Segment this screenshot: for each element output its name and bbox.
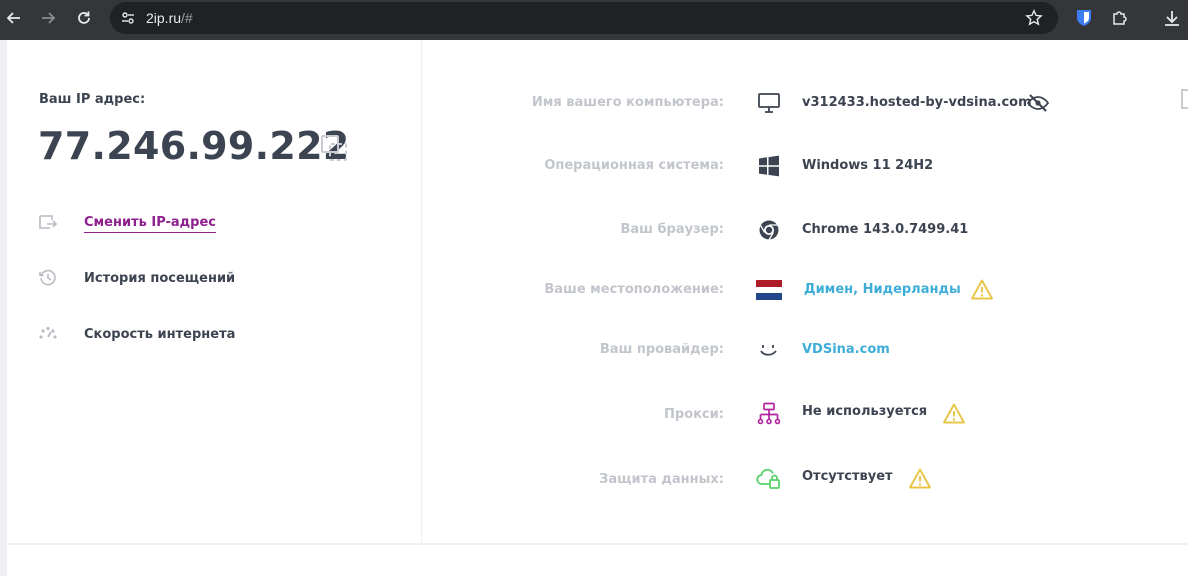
proxy-network-icon	[756, 402, 782, 426]
column-divider	[421, 40, 422, 543]
row-computer-name: Имя вашего компьютера: v312433.hosted-by…	[430, 88, 1050, 118]
row-data-protection: Защита данных: Отсутствует	[430, 462, 1050, 492]
forward-icon[interactable]	[34, 6, 62, 30]
copy-ip-icon[interactable]	[320, 134, 348, 162]
computer-name-label: Имя вашего компьютера:	[531, 95, 724, 110]
proxy-label: Прокси:	[664, 407, 724, 422]
back-icon[interactable]	[0, 6, 28, 30]
url-host: 2ip.ru	[146, 10, 182, 26]
speed-label[interactable]: Скорость интернета	[84, 327, 235, 342]
download-icon[interactable]	[1158, 6, 1186, 30]
windows-icon	[756, 154, 782, 178]
bitwarden-extension-icon[interactable]	[1070, 6, 1098, 30]
ip-address-value[interactable]: 77.246.99.222	[38, 124, 350, 168]
row-proxy: Прокси: Не используется	[430, 397, 1050, 427]
proxy-warning-icon[interactable]	[942, 402, 966, 426]
os-label: Операционная система:	[544, 158, 724, 173]
chrome-icon	[756, 218, 782, 242]
extensions-puzzle-icon[interactable]	[1106, 6, 1134, 30]
row-os: Операционная система: Windows 11 24H2	[430, 151, 1050, 181]
row-location: Ваше местоположение: Димен, Нидерланды	[430, 275, 1050, 305]
bookmark-star-icon[interactable]	[1024, 8, 1044, 28]
os-value: Windows 11 24H2	[802, 158, 934, 173]
location-warning-icon[interactable]	[970, 278, 994, 302]
provider-value[interactable]: VDSina.com	[802, 342, 890, 357]
provider-label: Ваш провайдер:	[599, 342, 724, 357]
location-label: Ваше местоположение:	[544, 282, 724, 297]
browser-value: Chrome 143.0.7499.41	[802, 222, 969, 237]
history-icon	[38, 268, 58, 288]
protection-warning-icon[interactable]	[908, 467, 932, 491]
side-copy-icon[interactable]	[1176, 88, 1188, 112]
protection-label: Защита данных:	[599, 472, 724, 487]
url-path: /#	[181, 10, 193, 26]
computer-name-value: v312433.hosted-by-vdsina.com	[802, 95, 1032, 110]
site-info-icon[interactable]	[118, 8, 138, 28]
browser-toolbar: 2ip.ru/#	[0, 0, 1188, 40]
proxy-value: Не используется	[802, 404, 928, 419]
history-label[interactable]: История посещений	[84, 271, 235, 286]
cloud-lock-icon	[756, 467, 782, 491]
browser-label: Ваш браузер:	[620, 222, 724, 237]
url-text[interactable]: 2ip.ru/#	[146, 10, 193, 26]
location-value[interactable]: Димен, Нидерланды	[804, 282, 961, 297]
address-bar[interactable]: 2ip.ru/#	[110, 2, 1058, 34]
protection-value: Отсутствует	[802, 469, 893, 484]
row-browser: Ваш браузер: Chrome 143.0.7499.41	[430, 215, 1050, 245]
ip-label: Ваш IP адрес:	[39, 92, 146, 107]
netherlands-flag-icon	[756, 278, 782, 302]
row-provider: Ваш провайдер: VDSina.com	[430, 335, 1050, 365]
change-ip-icon	[38, 212, 58, 232]
provider-face-icon	[756, 338, 782, 362]
reload-icon[interactable]	[70, 6, 98, 30]
hide-eye-icon[interactable]	[1026, 92, 1050, 114]
next-card	[7, 545, 1188, 576]
change-ip-link[interactable]: Сменить IP-адрес	[84, 215, 216, 233]
speed-icon	[38, 324, 58, 344]
monitor-icon	[756, 91, 782, 115]
